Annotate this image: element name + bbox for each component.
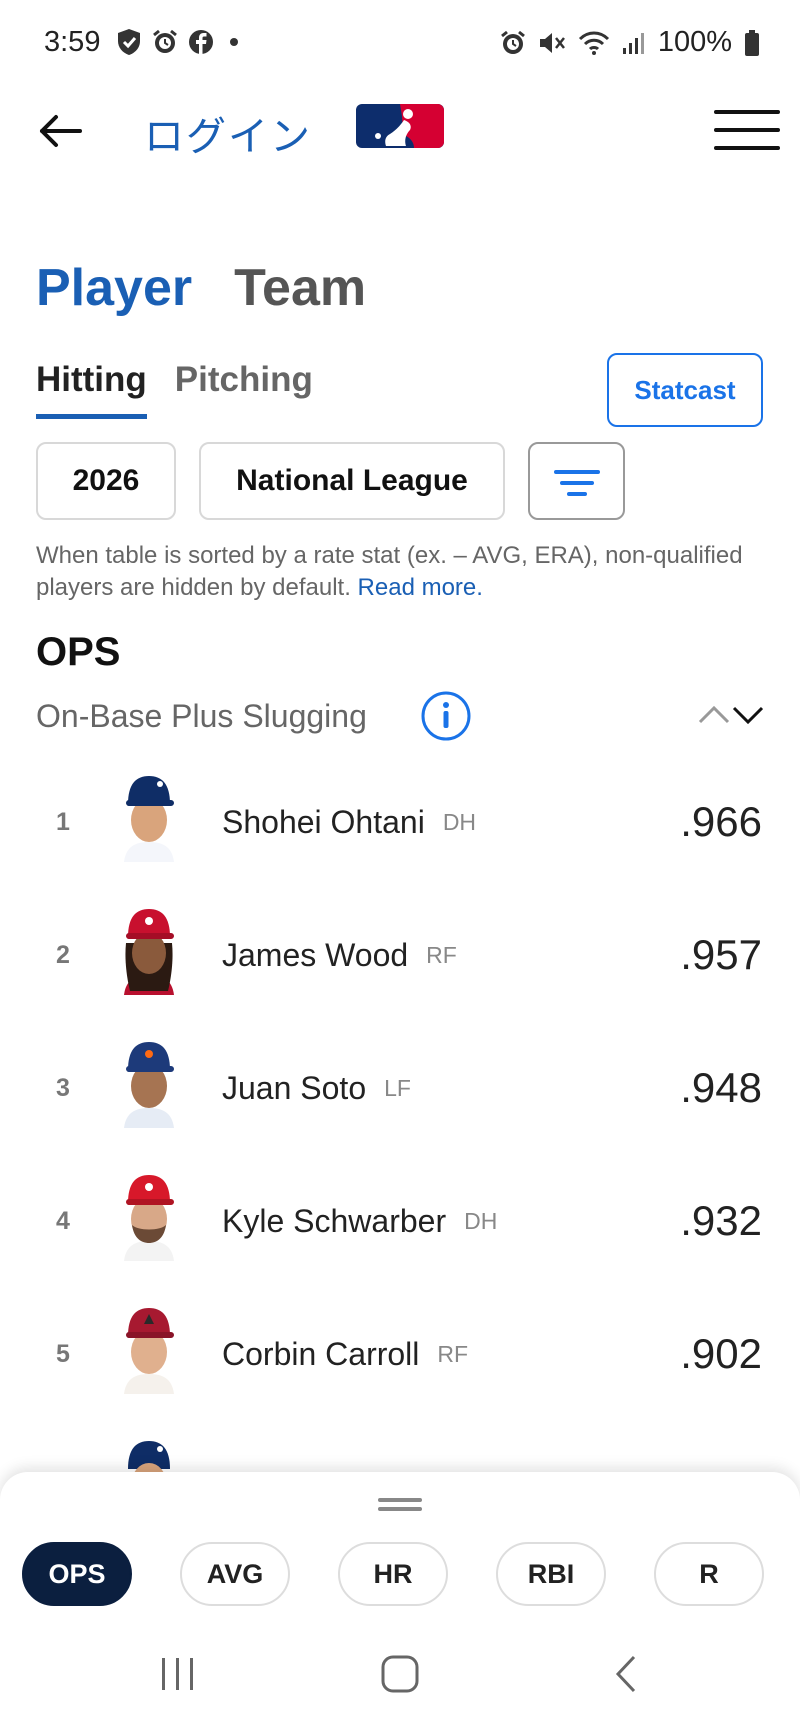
player-position: LF: [384, 1075, 411, 1101]
player-stat-value: .948: [680, 1064, 762, 1111]
back-arrow-icon: [40, 115, 82, 147]
stat-chip-avg[interactable]: AVG: [180, 1542, 290, 1606]
player-stat-value: .957: [680, 931, 762, 978]
player-headshot: [124, 1308, 174, 1394]
mlb-logo[interactable]: [356, 104, 444, 153]
system-nav-bar: [0, 1630, 800, 1732]
drag-handle-line: [378, 1498, 422, 1502]
drag-handle-line: [378, 1507, 422, 1511]
stat-chip-ops[interactable]: OPS: [22, 1542, 132, 1606]
alarm-icon: [153, 29, 177, 53]
player-name-cell: Shohei Ohtani DH: [222, 804, 476, 841]
tab-team[interactable]: Team: [234, 258, 366, 318]
player-name-cell: Juan Soto LF: [222, 1070, 411, 1107]
league-select[interactable]: National League: [199, 442, 505, 520]
filter-icon-line: [566, 492, 587, 496]
stat-chip-rbi[interactable]: RBI: [496, 1542, 606, 1606]
drag-handle[interactable]: [378, 1498, 422, 1512]
read-more-link[interactable]: Read more.: [358, 574, 483, 601]
player-team-tabs: Player Team: [36, 258, 366, 318]
player-position: DH: [464, 1208, 498, 1234]
player-headshot: [124, 776, 174, 862]
filter-button[interactable]: [528, 442, 625, 520]
qualified-note: When table is sorted by a rate stat (ex.…: [36, 540, 756, 604]
season-select[interactable]: 2026: [36, 442, 176, 520]
player-stat-value: .932: [680, 1197, 762, 1244]
home-icon[interactable]: [380, 1654, 420, 1694]
dot-icon: [230, 38, 238, 46]
player-headshot: [124, 909, 174, 995]
player-name-cell: Corbin Carroll RF: [222, 1336, 468, 1373]
menu-line: [714, 146, 780, 150]
facebook-icon: [189, 30, 213, 54]
player-name: Kyle Schwarber: [222, 1203, 447, 1239]
stat-description-row: On-Base Plus Slugging: [36, 690, 766, 746]
player-name: Juan Soto: [222, 1070, 367, 1106]
info-icon[interactable]: [420, 690, 472, 742]
sort-toggle-icon[interactable]: [696, 700, 766, 730]
battery-percent: 100%: [657, 26, 732, 58]
player-name-cell: James Wood RF: [222, 937, 457, 974]
leaderboard-row[interactable]: 1 Shohei Ohtani DH .966: [0, 756, 800, 889]
leaderboard-row[interactable]: 3 Juan Soto LF .948: [0, 1022, 800, 1155]
hamburger-menu-button[interactable]: [714, 108, 780, 152]
statcast-button[interactable]: Statcast: [607, 353, 763, 427]
player-rank: 4: [56, 1207, 70, 1235]
mlb-logo-icon: [356, 104, 444, 148]
player-name: James Wood: [222, 937, 409, 973]
player-headshot: [124, 1042, 174, 1128]
alarm-icon: [500, 30, 525, 54]
player-name: Shohei Ohtani: [222, 804, 425, 840]
player-name: Corbin Carroll: [222, 1336, 420, 1372]
player-rank: 2: [56, 941, 70, 969]
login-link[interactable]: ログイン: [144, 104, 312, 162]
player-rank: 1: [56, 808, 70, 836]
app-header: ログイン: [0, 86, 800, 176]
mute-icon: [539, 32, 565, 53]
player-rank: 5: [56, 1340, 70, 1368]
stat-abbr: OPS: [36, 630, 121, 674]
player-name-cell: Kyle Schwarber DH: [222, 1203, 497, 1240]
back-button[interactable]: [36, 106, 88, 156]
leaderboard-row[interactable]: 2 James Wood RF .957: [0, 889, 800, 1022]
signal-icon: [622, 32, 644, 54]
wifi-icon: [578, 31, 609, 55]
stat-chip-hr[interactable]: HR: [338, 1542, 448, 1606]
leaderboard-row[interactable]: 4 Kyle Schwarber DH .932: [0, 1155, 800, 1288]
status-time: 3:59: [44, 26, 101, 58]
status-bar: 3:59 100%: [0, 0, 800, 86]
player-position: DH: [442, 809, 477, 835]
tab-pitching[interactable]: Pitching: [175, 360, 313, 419]
player-rank: 3: [56, 1074, 70, 1102]
filter-icon-line: [553, 470, 600, 474]
filter-icon-line: [559, 481, 594, 485]
battery-icon: [745, 29, 759, 56]
leaderboard-row[interactable]: 5 Corbin Carroll RF .902: [0, 1288, 800, 1421]
player-headshot: [124, 1175, 174, 1261]
player-stat-value: .966: [680, 798, 762, 845]
player-position: RF: [437, 1341, 469, 1367]
recent-apps-icon[interactable]: [158, 1654, 198, 1694]
shield-icon: [118, 29, 140, 55]
status-left-icons: [116, 28, 244, 56]
back-nav-icon[interactable]: [606, 1654, 646, 1694]
status-right: 100%: [500, 26, 760, 59]
stat-chip-r[interactable]: R: [654, 1542, 764, 1606]
stat-description: On-Base Plus Slugging: [36, 698, 367, 734]
player-stat-value: .902: [680, 1330, 762, 1377]
tab-player[interactable]: Player: [36, 258, 192, 318]
player-position: RF: [426, 942, 457, 968]
tab-hitting[interactable]: Hitting: [36, 360, 147, 419]
menu-line: [714, 110, 780, 114]
hitting-pitching-tabs: Hitting Pitching: [36, 360, 313, 419]
menu-line: [714, 128, 780, 132]
